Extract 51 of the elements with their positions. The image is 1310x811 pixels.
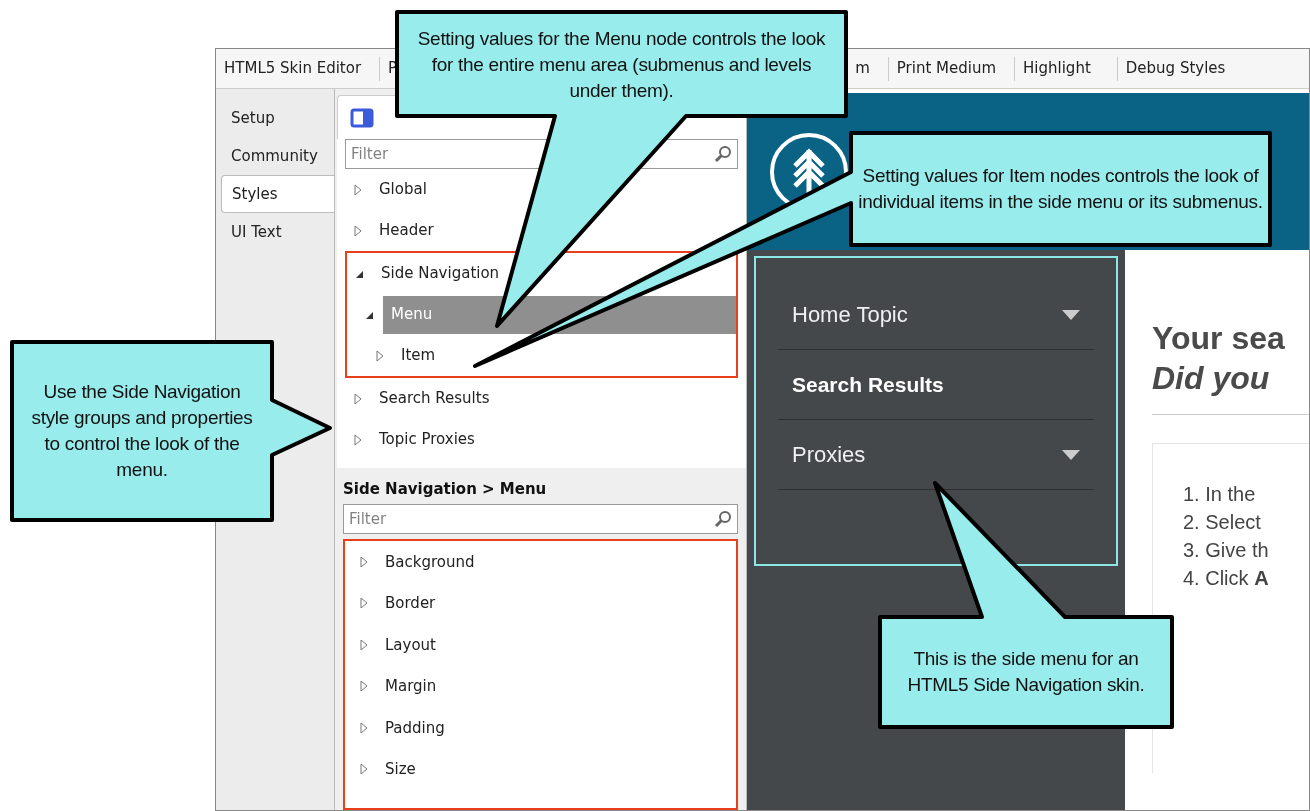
callout-tooltip-text: This is the side menu for an HTML5 Side Navigation skin. <box>906 647 1146 697</box>
toolbar-tab[interactable]: HTML5 Skin Editor <box>224 57 362 80</box>
side-menu-item[interactable]: Home Topic <box>792 298 908 331</box>
collapsed-arrow-icon[interactable] <box>359 638 369 651</box>
list-step: 2. Select <box>1183 508 1309 536</box>
property-group[interactable]: Size <box>385 758 416 781</box>
property-group[interactable]: Layout <box>385 633 436 656</box>
search-icon <box>714 145 732 163</box>
tree-item[interactable]: Search Results <box>379 379 738 418</box>
toolbar-tab[interactable]: Print Medium <box>896 57 997 80</box>
property-group[interactable]: Padding <box>385 716 445 739</box>
toolbar-tab[interactable]: Debug Styles <box>1125 57 1226 80</box>
side-tab[interactable]: UI Text <box>216 213 334 251</box>
side-tab[interactable]: Styles <box>221 175 334 213</box>
filter-field[interactable]: Filter <box>343 504 738 534</box>
dropdown-caret-icon[interactable] <box>1062 309 1080 320</box>
collapsed-arrow-icon[interactable] <box>359 721 369 734</box>
callout-tooltip-text: Setting values for the Menu node controls the look for the entire menu area (submenus and levels under them). <box>416 27 827 103</box>
toolbar-tab[interactable]: Highlight <box>1023 57 1091 80</box>
side-tab[interactable]: Community <box>216 137 334 175</box>
property-group[interactable]: Margin <box>385 675 437 698</box>
tree-item[interactable]: Item <box>401 336 736 375</box>
side-menu-item[interactable]: Search Results <box>792 368 944 401</box>
list-step: 4. Click A <box>1183 564 1309 592</box>
collapsed-arrow-icon[interactable] <box>353 183 363 196</box>
page-heading: Your sea <box>1152 319 1286 358</box>
callout-tooltip-text: Setting values for Item nodes controls the look of individual items in the side menu or its submenus. <box>858 164 1263 214</box>
callout-tooltip-text: Use the Side Navigation style groups and properties to control the look of the menu. <box>30 380 254 482</box>
side-menu-item[interactable]: Proxies <box>792 438 866 471</box>
property-group[interactable]: Background <box>385 550 475 573</box>
collapsed-arrow-icon[interactable] <box>359 555 369 568</box>
toolbar-tab[interactable]: m <box>855 57 870 80</box>
tree-item[interactable]: Global <box>379 170 738 209</box>
collapsed-arrow-icon[interactable] <box>359 680 369 693</box>
list-step: 1. In the <box>1183 480 1309 508</box>
collapsed-arrow-icon[interactable] <box>353 433 363 446</box>
tree-item[interactable]: Topic Proxies <box>379 420 738 459</box>
panel-title: Side Navigation > Menu <box>343 479 548 500</box>
property-group[interactable]: Border <box>385 592 436 615</box>
tree-item[interactable]: Side Navigation <box>381 254 736 293</box>
list-step: 3. Give th <box>1183 536 1309 564</box>
collapsed-arrow-icon[interactable] <box>359 763 369 776</box>
collapsed-arrow-icon[interactable] <box>353 392 363 405</box>
collapsed-arrow-icon[interactable] <box>353 224 363 237</box>
side-tab[interactable]: Setup <box>216 99 334 137</box>
dropdown-caret-icon[interactable] <box>1062 449 1080 460</box>
page-subheading: Did you <box>1152 359 1271 398</box>
panel-layout-icon[interactable] <box>350 107 374 128</box>
collapsed-arrow-icon[interactable] <box>375 349 385 362</box>
search-icon <box>714 510 732 528</box>
collapsed-arrow-icon[interactable] <box>359 597 369 610</box>
